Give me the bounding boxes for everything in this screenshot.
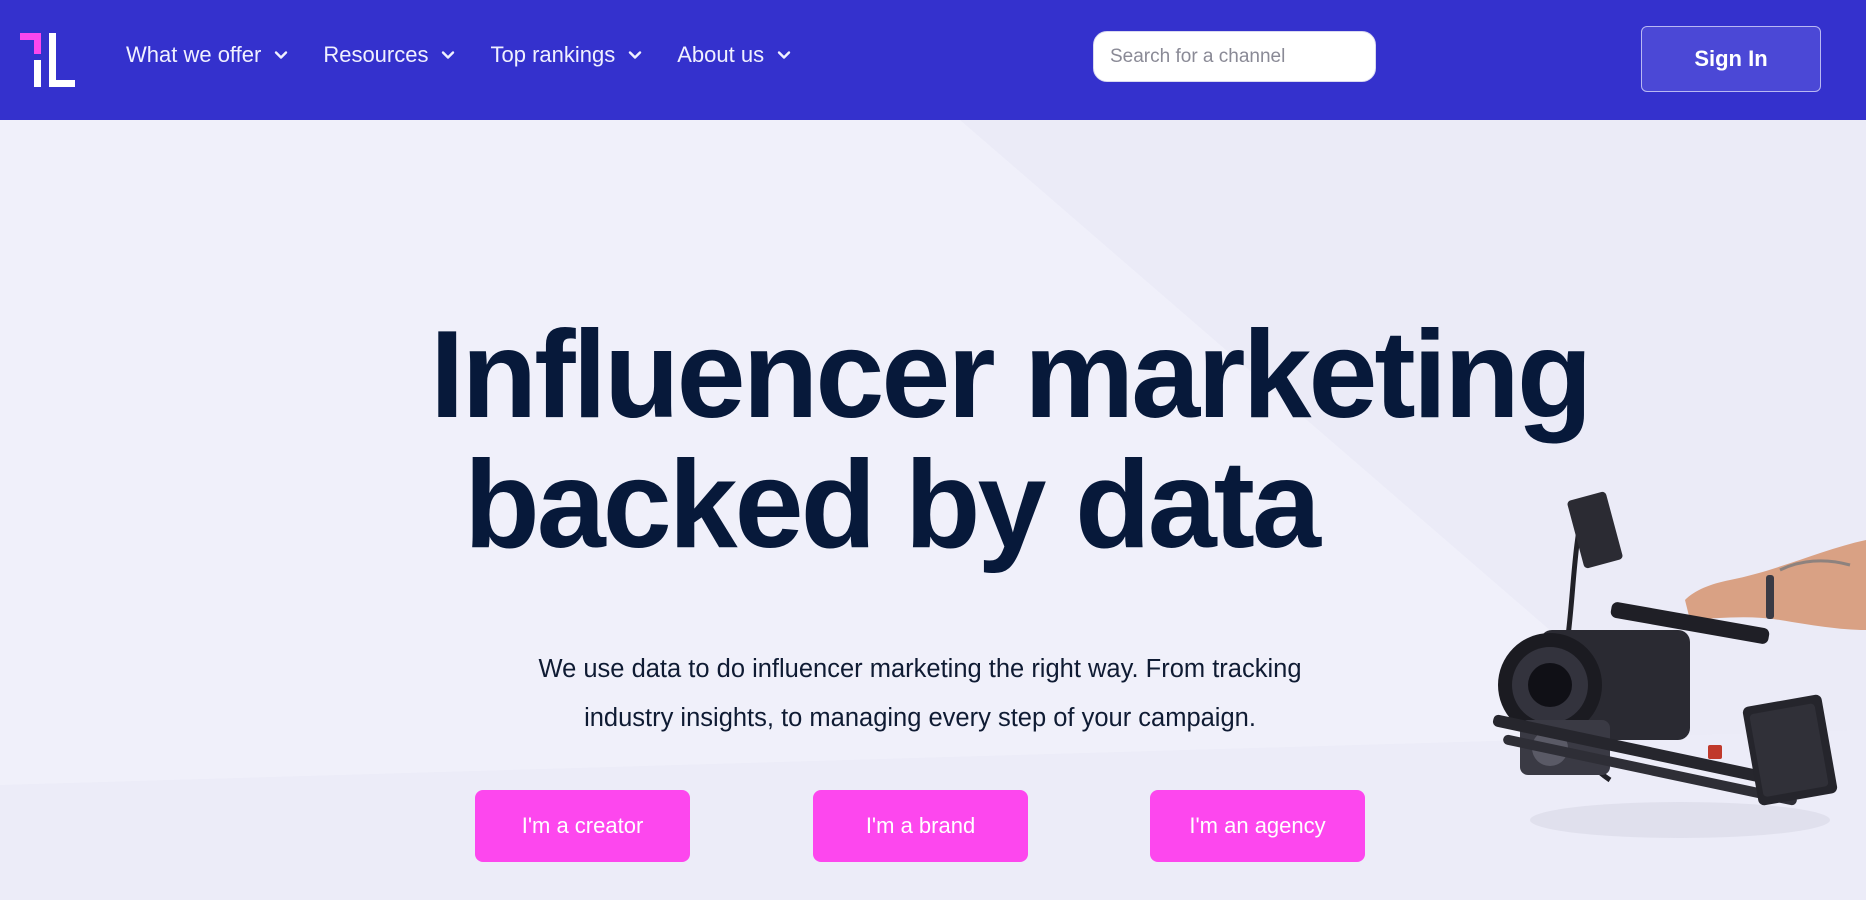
nav-resources[interactable]: Resources [323,42,456,68]
sign-in-button[interactable]: Sign In [1641,26,1821,92]
chevron-down-icon [777,51,791,59]
nav-top-rankings[interactable]: Top rankings [490,42,643,68]
influencer-logo-icon[interactable] [20,33,75,88]
chevron-down-icon [275,51,288,59]
nav-label: Resources [323,42,429,67]
nav-about-us[interactable]: About us [677,42,792,68]
chevron-down-icon [629,51,642,59]
top-navbar: What we offer Resources Top rankings Abo… [0,0,1866,120]
hero-subtitle: We use data to do influencer marketing t… [440,645,1400,743]
main-nav: What we offer Resources Top rankings Abo… [126,42,826,68]
brand-button[interactable]: I'm a brand [813,790,1028,862]
nav-label: Top rankings [490,42,616,67]
subtitle-line-2: industry insights, to managing every ste… [584,704,1256,732]
nav-label: What we offer [126,42,262,67]
nav-label: About us [677,42,765,67]
nav-what-we-offer[interactable]: What we offer [126,42,289,68]
channel-search-input[interactable] [1093,31,1376,82]
chevron-down-icon [442,51,455,59]
creator-button[interactable]: I'm a creator [475,790,690,862]
agency-button[interactable]: I'm an agency [1150,790,1365,862]
camera-rig-photo [1492,491,1866,838]
subtitle-line-1: We use data to do influencer marketing t… [538,655,1302,683]
headline-line-1: Influencer marketing [430,306,1593,444]
